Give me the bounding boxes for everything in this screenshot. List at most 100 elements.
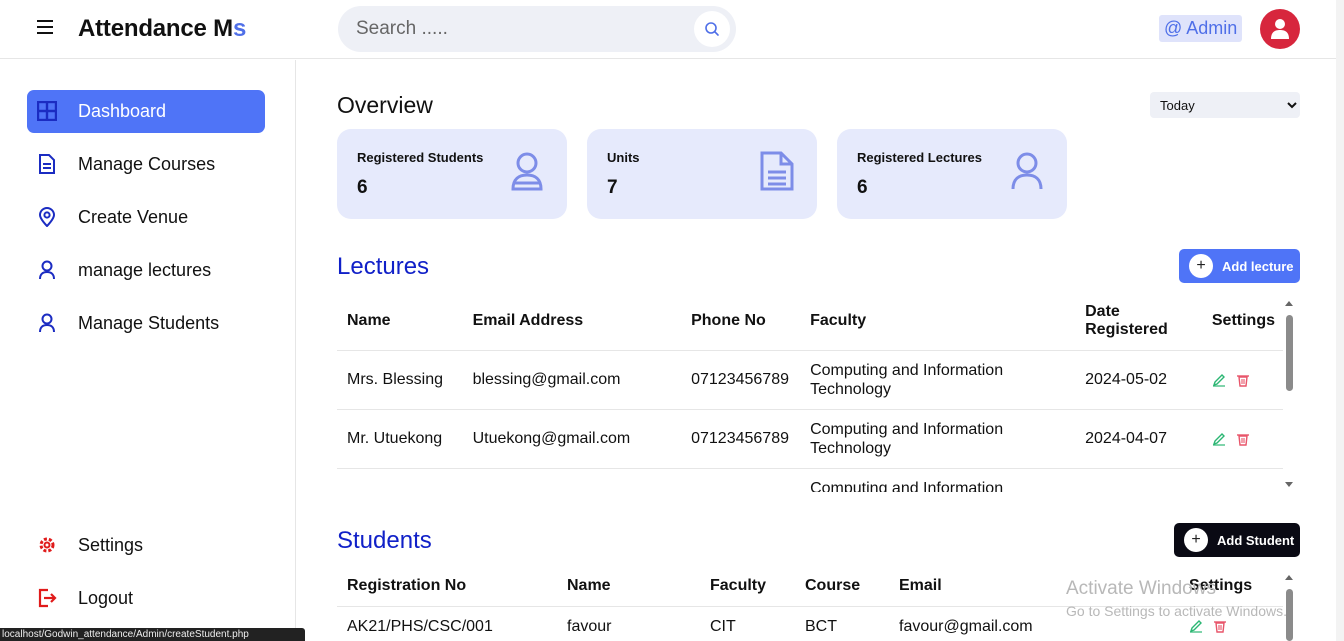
admin-label[interactable]: @ Admin [1159,15,1243,42]
stat-value: 7 [607,177,618,198]
sidebar-item-label: Manage Students [78,313,220,333]
stat-label: Registered Lectures [857,150,982,165]
sidebar-item-create-venue[interactable]: Create Venue [27,196,265,239]
avatar[interactable] [1260,9,1300,49]
stat-label: Registered Students [357,150,484,165]
grid-icon [37,101,57,121]
scrollbar-thumb[interactable] [1286,589,1293,641]
app-title-main: Attendance M [78,15,233,42]
sidebar-item-label: Settings [78,535,144,555]
top-header: Attendance Ms @ Admin [0,0,1344,59]
cell-registration-no: AK21/PHS/CSC/001 [337,606,557,641]
sidebar-item-label: Create Venue [78,207,189,227]
document-icon [760,151,794,191]
stat-card-units: Units 7 [587,129,817,219]
app-title: Attendance Ms [78,15,246,43]
scroll-down-arrow-icon[interactable] [1285,482,1293,487]
cell-phone: 07123456789 [681,350,801,410]
cell-faculty: Computing and Information Technology [800,409,1076,469]
stat-card-lectures: Registered Lectures 6 [837,129,1067,219]
hamburger-menu-icon[interactable] [37,20,57,38]
search-input[interactable] [356,17,696,41]
cell-settings [1201,409,1285,469]
table-row: Mrs. Blessing blessing@gmail.com 0712345… [337,350,1285,410]
table-header-row: Name Email Address Phone No Faculty Date… [337,292,1285,351]
column-header: Registration No [337,566,557,607]
sidebar-item-label: Logout [78,588,134,608]
add-lecture-button[interactable]: + Add lecture [1179,249,1300,283]
lectures-table: Name Email Address Phone No Faculty Date… [337,292,1285,492]
sidebar-item-label: Manage Courses [78,154,216,174]
delete-icon[interactable] [1213,619,1227,633]
column-header: Name [557,566,700,607]
sidebar-item-label: Dashboard [78,101,167,121]
cell-course: BCT [795,606,889,641]
cell-settings [1201,468,1285,492]
table-row: Mr. Utuekong Utuekong@gmail.com 07123456… [337,409,1285,469]
user-icon [39,313,55,333]
gear-icon [39,537,55,553]
students-title: Students [337,527,432,554]
sidebar-item-manage-lectures[interactable]: manage lectures [27,249,265,292]
delete-icon[interactable] [1236,373,1250,387]
add-student-button[interactable]: + Add Student [1174,523,1300,557]
watermark-line1: Activate Windows [1066,578,1216,599]
add-student-label: Add Student [1217,532,1295,548]
cell-name: favour [557,606,700,641]
period-select[interactable]: Today [1150,92,1300,118]
logout-icon [38,588,57,608]
user-icon [1011,152,1043,190]
cell-name [337,468,463,492]
edit-icon[interactable] [1212,373,1226,387]
table-row: Computing and Information [337,468,1285,492]
document-icon [39,154,55,174]
column-header: Name [337,292,463,351]
cell-faculty: Computing and Information [800,468,1076,492]
column-header: Faculty [800,292,1076,351]
cell-name: Mr. Utuekong [337,409,463,469]
delete-icon[interactable] [1236,432,1250,446]
cell-phone [681,468,801,492]
column-header: Date Registered [1075,292,1202,351]
stat-label: Units [607,150,640,165]
user-avatar-icon [1271,19,1289,39]
stat-card-students: Registered Students 6 [337,129,567,219]
scrollbar-thumb[interactable] [1286,315,1293,391]
sidebar-item-label: manage lectures [78,260,212,280]
user-badge-icon [511,152,543,191]
plus-icon: + [1189,254,1213,278]
edit-icon[interactable] [1212,432,1226,446]
edit-icon[interactable] [1189,619,1203,633]
activate-windows-watermark: Activate Windows Go to Settings to activ… [1066,578,1287,619]
search-button[interactable] [694,11,730,47]
cell-date [1075,468,1202,492]
cell-email [462,468,682,492]
column-header: Faculty [700,566,795,607]
user-icon [39,260,55,280]
sidebar-item-dashboard[interactable]: Dashboard [27,90,265,133]
main-content: Overview Today Registered Students 6 Uni… [297,60,1336,641]
column-header: Course [795,566,889,607]
sidebar-item-settings[interactable]: Settings [27,524,265,567]
scroll-up-arrow-icon[interactable] [1285,301,1293,306]
sidebar-item-logout[interactable]: Logout [27,577,265,620]
lectures-scrollbar[interactable] [1283,301,1295,487]
cell-faculty: Computing and Information Technology [800,350,1076,410]
add-lecture-label: Add lecture [1222,258,1294,274]
location-pin-icon [38,207,56,227]
search-icon [705,22,719,36]
column-header: Settings [1201,292,1285,351]
app-title-accent: s [232,15,247,42]
status-bar-url: localhost/Godwin_attendance/Admin/create… [0,628,305,641]
page-scrollbar[interactable] [1336,0,1344,641]
sidebar-item-manage-courses[interactable]: Manage Courses [27,143,265,186]
sidebar: Dashboard Manage Courses Create Venue ma… [0,60,296,641]
sidebar-item-manage-students[interactable]: Manage Students [27,302,265,345]
cell-name: Mrs. Blessing [337,350,463,410]
stat-value: 6 [357,177,368,198]
overview-title: Overview [337,92,433,118]
plus-icon: + [1184,528,1208,552]
column-header: Email Address [462,292,682,351]
cell-date: 2024-05-02 [1075,350,1202,410]
cell-settings [1201,350,1285,410]
